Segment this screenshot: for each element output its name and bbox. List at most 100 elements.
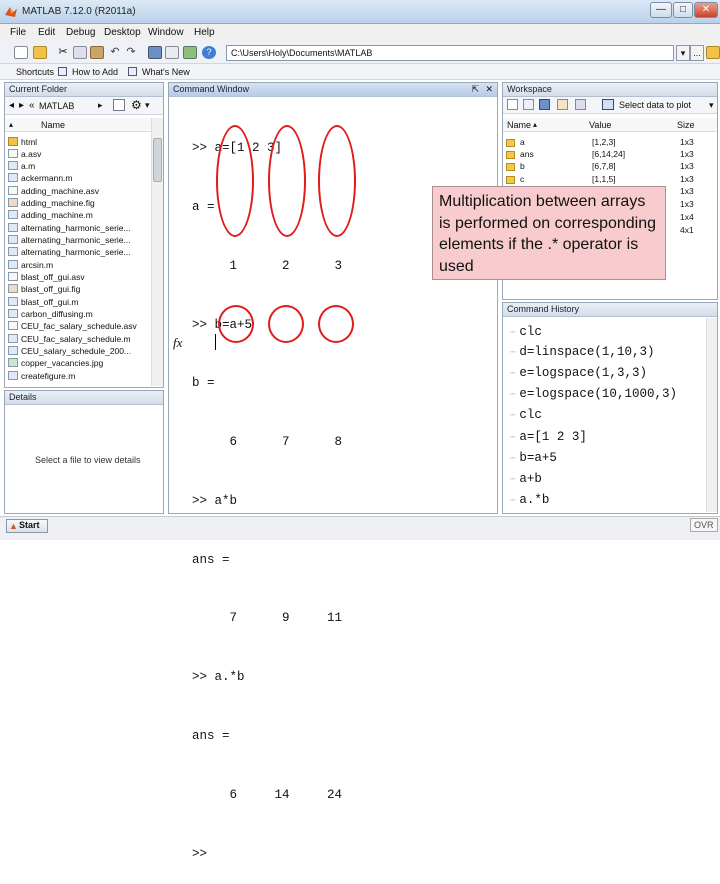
simulink-icon[interactable] xyxy=(148,46,162,59)
folder-location[interactable]: MATLAB xyxy=(39,101,74,111)
browse-folder-button[interactable]: ... xyxy=(690,45,704,61)
variable-row[interactable]: ans [6,14,24] 1x3 xyxy=(506,149,716,161)
location-arrow-icon[interactable]: ▸ xyxy=(98,100,103,111)
file-row[interactable]: adding_machine.fig xyxy=(8,198,148,210)
cut-icon[interactable]: ✂ xyxy=(56,46,70,59)
print-icon[interactable] xyxy=(557,99,568,110)
path-dropdown-button[interactable]: ▾ xyxy=(676,45,690,61)
shortcuts-label[interactable]: Shortcuts xyxy=(16,67,54,77)
history-entry[interactable]: ┄ d=linspace(1,10,3) xyxy=(510,345,654,366)
help-icon[interactable]: ? xyxy=(202,46,216,59)
whats-new-link[interactable]: What's New xyxy=(142,67,190,77)
history-scrollbar[interactable] xyxy=(706,318,717,512)
cmd-prompt[interactable]: >> xyxy=(192,845,342,865)
file-row[interactable]: alternating_harmonic_serie... xyxy=(8,223,148,235)
file-row[interactable]: alternating_harmonic_serie... xyxy=(8,235,148,247)
file-row[interactable]: ackermann.m xyxy=(8,173,148,185)
col-value[interactable]: Value xyxy=(589,120,611,130)
close-button[interactable]: ✕ xyxy=(694,2,718,18)
variable-name: a xyxy=(520,137,525,147)
current-folder-path[interactable]: C:\Users\Holy\Documents\MATLAB xyxy=(226,45,674,61)
search-files-icon[interactable] xyxy=(113,99,125,111)
file-row[interactable]: blast_off_gui.fig xyxy=(8,284,148,296)
menu-debug[interactable]: Debug xyxy=(66,27,95,38)
file-row[interactable]: CEU_fac_salary_schedule.asv xyxy=(8,321,148,333)
save-workspace-icon[interactable] xyxy=(539,99,550,110)
undo-icon[interactable]: ↶ xyxy=(108,46,122,59)
new-variable-icon[interactable] xyxy=(507,99,518,110)
file-row[interactable]: CEU_fac_salary_schedule.m xyxy=(8,334,148,346)
scrollbar-thumb[interactable] xyxy=(153,138,162,182)
file-row[interactable]: blast_off_gui.asv xyxy=(8,272,148,284)
file-name: createfigure.m xyxy=(21,371,76,381)
new-file-icon[interactable] xyxy=(14,46,28,59)
folder-up-icon[interactable] xyxy=(706,46,720,59)
fx-function-icon[interactable]: fx xyxy=(173,335,182,351)
profiler-icon[interactable] xyxy=(183,46,197,59)
history-entry[interactable]: ┄ a+b xyxy=(510,472,542,493)
file-list-scrollbar[interactable] xyxy=(151,118,163,386)
history-entry[interactable]: ┄ a=[1 2 3] xyxy=(510,430,587,451)
workspace-header: Name ▴ Value Size xyxy=(503,118,717,132)
variable-row[interactable]: a [1,2,3] 1x3 xyxy=(506,137,716,149)
menu-window[interactable]: Window xyxy=(148,27,184,38)
undock-icon[interactable]: ⇱ xyxy=(471,84,479,95)
history-entry[interactable]: ┄ clc xyxy=(510,325,542,346)
history-entry[interactable]: ┄ e=logspace(10,1000,3) xyxy=(510,387,677,408)
file-row[interactable]: carbon_diffusing.m xyxy=(8,309,148,321)
how-to-add-link[interactable]: How to Add xyxy=(72,67,118,77)
file-row[interactable]: a.m xyxy=(8,161,148,173)
plot-icon[interactable] xyxy=(602,99,614,110)
copy-icon[interactable] xyxy=(73,46,87,59)
file-row[interactable]: html xyxy=(8,137,148,149)
menu-edit[interactable]: Edit xyxy=(38,27,55,38)
file-row[interactable]: copper_vacancies.jpg xyxy=(8,358,148,370)
menu-help[interactable]: Help xyxy=(194,27,215,38)
paste-icon[interactable] xyxy=(90,46,104,59)
command-output[interactable]: >> a=[1 2 3] a = 1 2 3 >> b=a+5 b = 6 7 … xyxy=(192,100,342,884)
history-entry[interactable]: ┄ a.*b xyxy=(510,493,549,514)
file-row[interactable]: alternating_harmonic_serie... xyxy=(8,247,148,259)
menu-file[interactable]: File xyxy=(10,27,26,38)
variable-row[interactable]: c [1,1,5] 1x3 xyxy=(506,174,716,186)
plot-dropdown-icon[interactable]: ▾ xyxy=(709,100,714,111)
cmd-line: 6 7 8 xyxy=(192,435,343,450)
history-entry[interactable]: ┄ b=a+5 xyxy=(510,451,557,472)
menu-desktop[interactable]: Desktop xyxy=(104,27,141,38)
file-row[interactable]: arcsin.m xyxy=(8,260,148,272)
file-row[interactable]: blast_off_gui.m xyxy=(8,297,148,309)
close-panel-icon[interactable]: ✕ xyxy=(485,84,493,95)
guide-icon[interactable] xyxy=(165,46,179,59)
file-row[interactable]: adding_machine.asv xyxy=(8,186,148,198)
file-name: copper_vacancies.jpg xyxy=(21,358,104,368)
gear-icon[interactable]: ⚙ xyxy=(131,98,142,112)
file-name: adding_machine.asv xyxy=(21,186,99,196)
variable-name: c xyxy=(520,174,525,184)
file-name: alternating_harmonic_serie... xyxy=(21,235,131,245)
select-data-to-plot[interactable]: Select data to plot xyxy=(619,100,691,110)
start-button[interactable]: ▲ Start xyxy=(6,519,48,533)
redo-icon[interactable]: ↷ xyxy=(124,46,138,59)
command-window-title: Command Window xyxy=(169,83,497,97)
file-row[interactable]: a.asv xyxy=(8,149,148,161)
file-row[interactable]: CEU_salary_schedule_200... xyxy=(8,346,148,358)
open-variable-icon[interactable] xyxy=(523,99,534,110)
gear-dropdown-icon[interactable]: ▾ xyxy=(145,100,150,111)
maximize-button[interactable]: □ xyxy=(673,2,693,18)
history-entry[interactable]: ┄ clc xyxy=(510,408,542,429)
file-list-header[interactable]: ▴ Name xyxy=(5,118,151,132)
open-folder-icon[interactable] xyxy=(33,46,47,59)
file-row[interactable]: adding_machine.m xyxy=(8,210,148,222)
history-command: clc xyxy=(519,408,542,422)
variable-row[interactable]: b [6,7,8] 1x3 xyxy=(506,161,716,173)
file-row[interactable]: createfigure.m xyxy=(8,371,148,383)
col-size[interactable]: Size xyxy=(677,120,695,130)
delete-variable-icon[interactable] xyxy=(575,99,586,110)
history-entry[interactable]: ┄ e=logspace(1,3,3) xyxy=(510,366,647,387)
col-name[interactable]: Name xyxy=(507,120,531,130)
file-name: a.m xyxy=(21,161,36,171)
forward-arrow-icon[interactable]: ▸ xyxy=(19,100,24,111)
back-arrow-icon[interactable]: ◂ xyxy=(9,100,14,111)
minimize-button[interactable]: — xyxy=(650,2,672,18)
name-column-header[interactable]: Name xyxy=(41,120,65,130)
